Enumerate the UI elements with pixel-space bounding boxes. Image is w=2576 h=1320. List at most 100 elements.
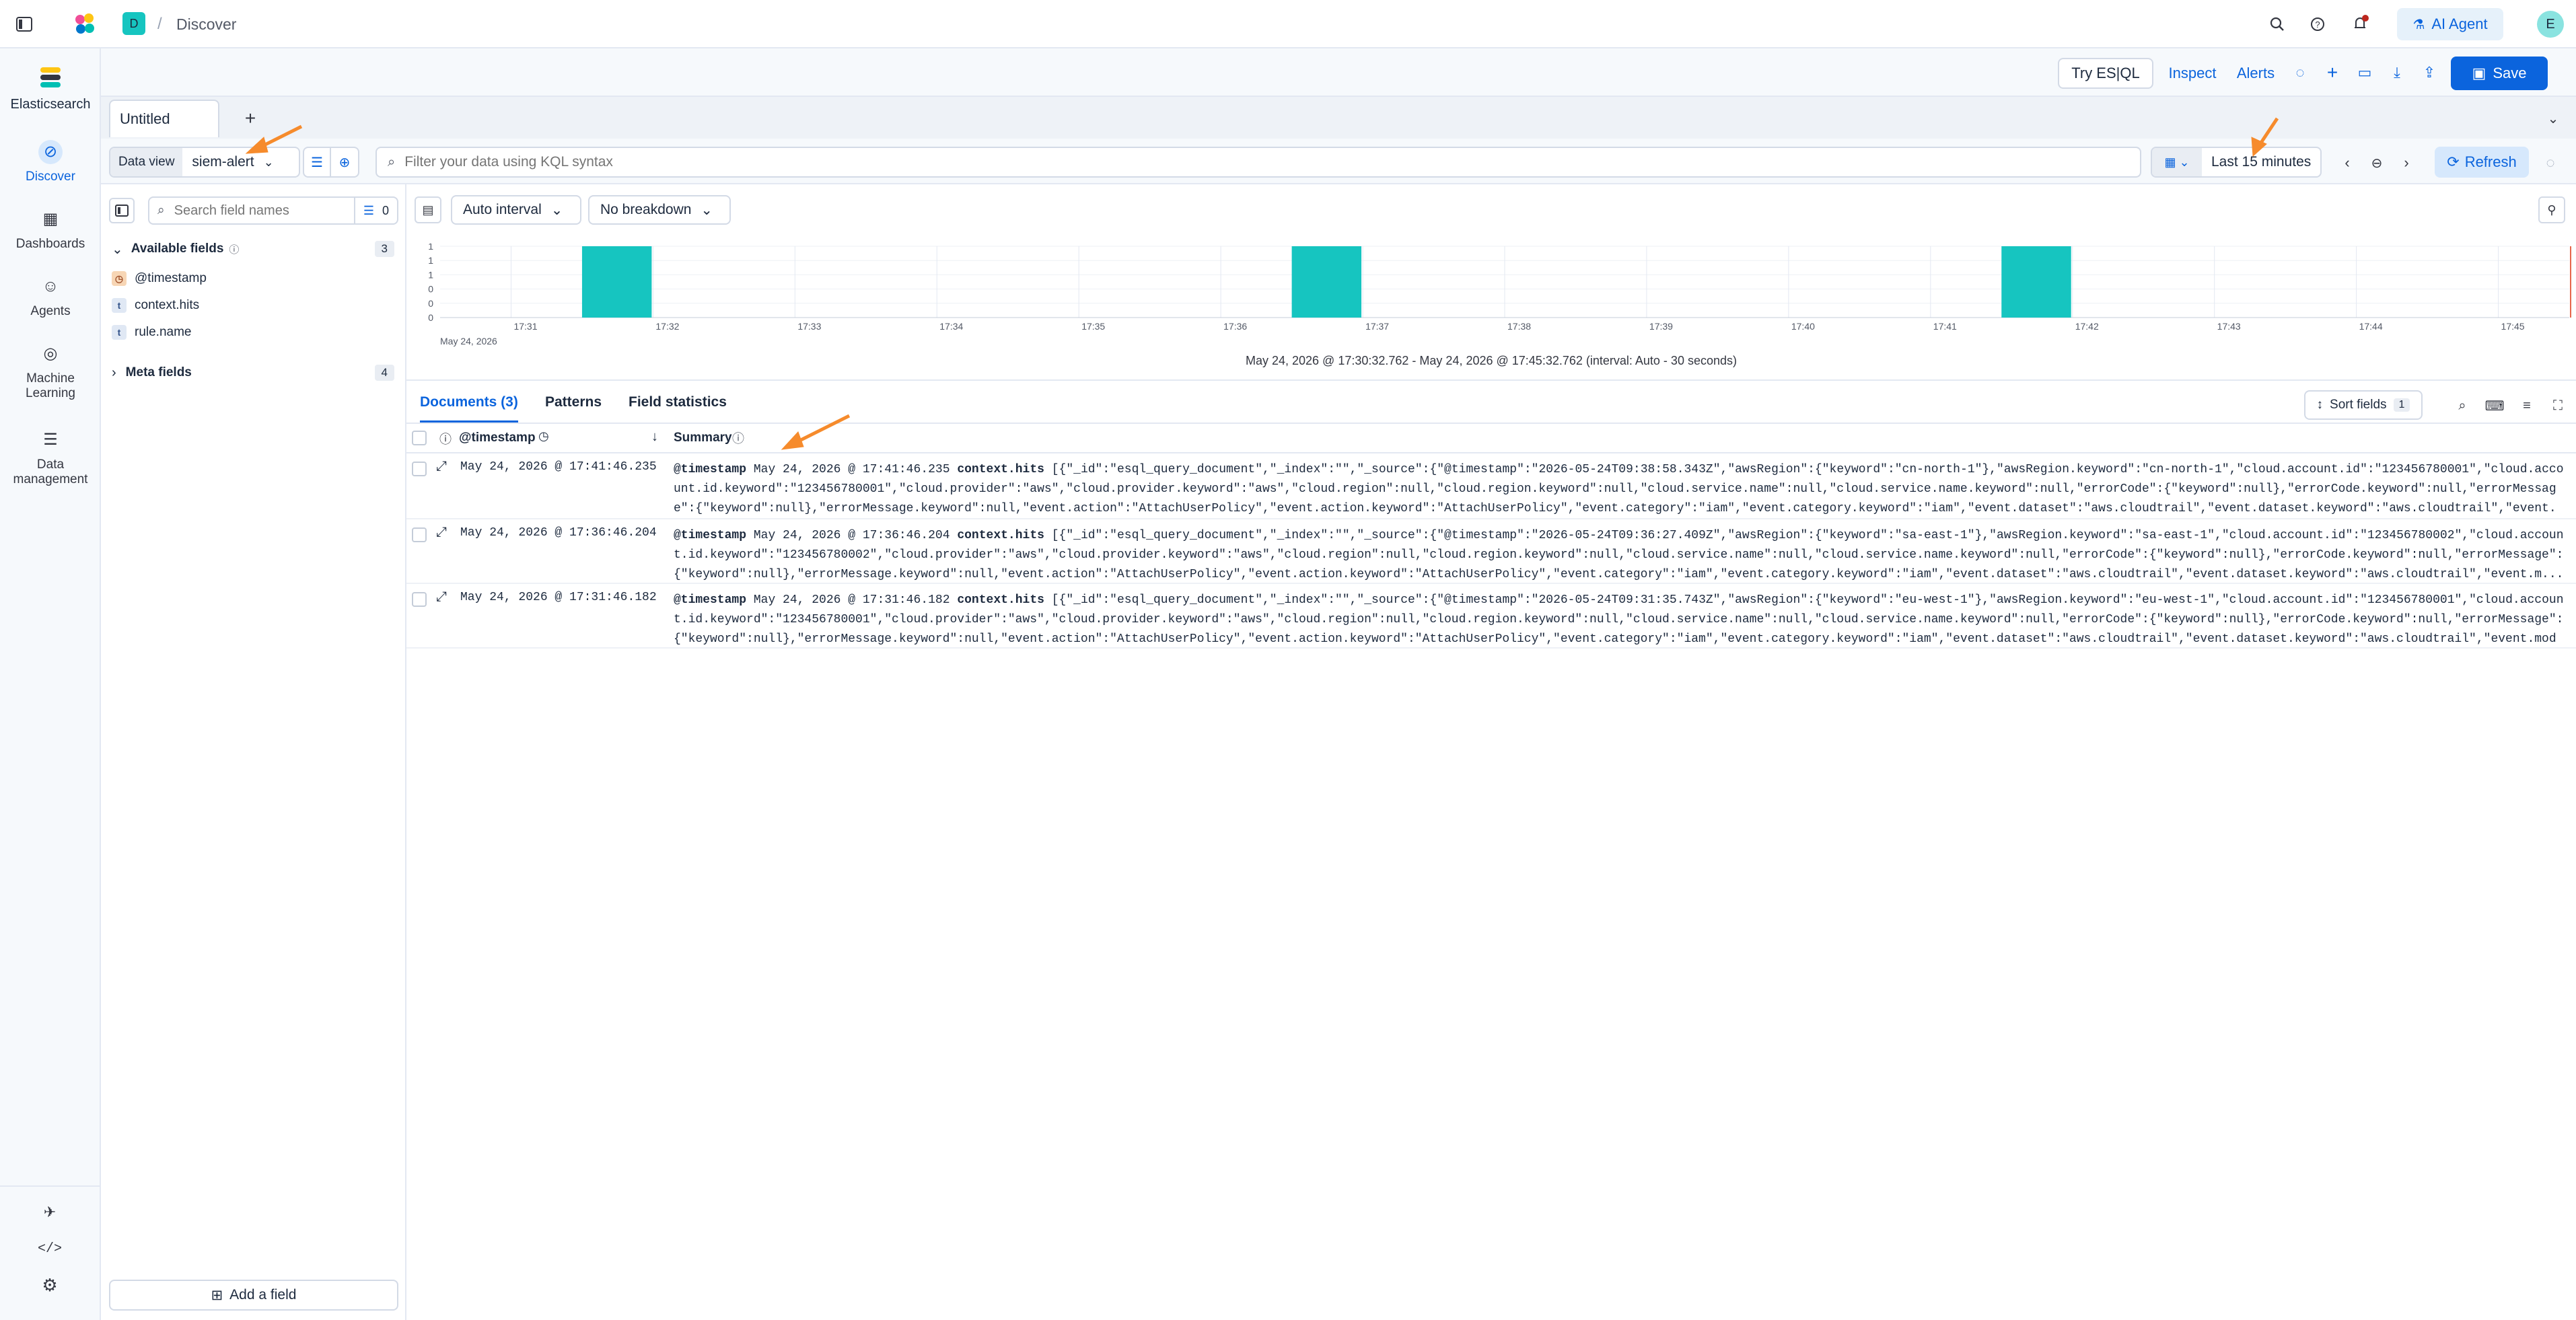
field-search-input[interactable] xyxy=(172,202,337,219)
interval-selector[interactable]: Auto interval ⌄ xyxy=(451,195,581,225)
svg-text:?: ? xyxy=(2315,20,2320,30)
x-date-label: May 24, 2026 xyxy=(440,336,497,346)
time-forward-chevron-icon[interactable]: › xyxy=(2393,149,2420,176)
field-item-context-hits[interactable]: t context.hits xyxy=(112,292,199,319)
developer-tools-icon[interactable]: </> xyxy=(38,1237,62,1261)
kql-query-field[interactable] xyxy=(403,153,2089,171)
data-view-selector[interactable]: Data view siem-alert ⌄ xyxy=(109,147,300,178)
space-avatar[interactable]: D xyxy=(122,12,145,35)
filter-menu-icon[interactable]: ☰ xyxy=(303,147,331,178)
meta-fields-header[interactable]: › Meta fields 4 xyxy=(112,359,394,386)
expand-row-icon[interactable]: ⤢ xyxy=(436,525,447,540)
expand-row-icon[interactable]: ⤢ xyxy=(436,459,447,474)
available-fields-header[interactable]: ⌄ Available fields ⓘ 3 xyxy=(112,235,394,262)
row-checkbox[interactable] xyxy=(412,462,427,476)
table-row[interactable]: ⤢ May 24, 2026 @ 17:36:46.204 @timestamp… xyxy=(406,519,2576,584)
column-header-timestamp[interactable]: @timestamp xyxy=(459,431,536,445)
ai-agent-label: AI Agent xyxy=(2431,15,2488,32)
save-disk-icon: ▣ xyxy=(2472,65,2486,81)
background-search-icon[interactable]: ◌ xyxy=(2288,61,2312,85)
field-search[interactable]: ⌕ ☰ 0 xyxy=(148,196,398,225)
field-filter-button[interactable]: ☰ 0 xyxy=(353,198,397,223)
tab-untitled[interactable]: Untitled xyxy=(109,100,219,137)
field-item-timestamp[interactable]: ◷ @timestamp xyxy=(112,265,207,292)
row-timestamp: May 24, 2026 @ 17:31:46.182 xyxy=(460,591,657,604)
summary-key: context.hits xyxy=(957,463,1044,476)
grid-header: ⓘ @timestamp ◷ ↓ Summary ⓘ xyxy=(406,423,2576,453)
add-filter-icon[interactable]: ⊕ xyxy=(331,147,359,178)
breakdown-selector[interactable]: No breakdown ⌄ xyxy=(588,195,731,225)
kql-search-input[interactable]: ⌕ xyxy=(375,147,2141,178)
y-tick-label: 0 xyxy=(428,298,433,309)
open-folder-icon[interactable]: ▭ xyxy=(2353,61,2377,85)
timestamp-clock-icon: ◷ xyxy=(538,429,549,443)
elastic-logo-icon[interactable] xyxy=(71,11,98,38)
x-tick-label: 17:31 xyxy=(513,321,537,332)
notifications-icon[interactable] xyxy=(2347,11,2373,36)
select-all-checkbox[interactable] xyxy=(412,431,427,445)
save-button[interactable]: ▣ Save xyxy=(2451,57,2548,90)
collapse-sidebar-icon[interactable] xyxy=(109,198,135,223)
nav-item-agents[interactable]: ☺ Agents xyxy=(0,274,101,319)
table-row[interactable]: ⤢ May 24, 2026 @ 17:41:46.235 @timestamp… xyxy=(406,453,2576,519)
nav-item-machine-learning[interactable]: ◎ Machine Learning xyxy=(0,342,101,401)
tab-documents[interactable]: Documents (3) xyxy=(420,394,518,423)
display-settings-icon[interactable]: ≡ xyxy=(2514,393,2540,418)
alerts-link[interactable]: Alerts xyxy=(2227,58,2284,89)
breadcrumb-discover[interactable]: Discover xyxy=(176,15,236,34)
sort-fields-button[interactable]: ↕ Sort fields 1 xyxy=(2304,390,2423,420)
available-fields-label: Available fields xyxy=(131,242,224,256)
time-picker[interactable]: ▦ ⌄ Last 15 minutes xyxy=(2151,147,2322,178)
share-icon[interactable]: ⇪ xyxy=(2417,61,2441,85)
add-field-button[interactable]: ⊞ Add a field xyxy=(109,1280,398,1311)
toggle-chart-icon[interactable]: ▤ xyxy=(415,196,441,223)
row-checkbox[interactable] xyxy=(412,592,427,607)
histogram-bar xyxy=(581,246,652,318)
table-row[interactable]: ⤢ May 24, 2026 @ 17:31:46.182 @timestamp… xyxy=(406,584,2576,649)
new-plus-icon[interactable]: + xyxy=(2320,61,2345,85)
nav-item-dashboards[interactable]: ▦ Dashboards xyxy=(0,207,101,252)
expand-row-icon[interactable]: ⤢ xyxy=(436,589,447,605)
grid-search-icon[interactable]: ⌕ xyxy=(2449,393,2475,418)
try-esql-button[interactable]: Try ES|QL xyxy=(2058,58,2153,89)
x-tick-label: 17:32 xyxy=(655,321,679,332)
tab-field-statistics[interactable]: Field statistics xyxy=(629,394,727,410)
keyboard-shortcuts-icon[interactable]: ⌨ xyxy=(2482,393,2507,418)
chart-options-icon[interactable]: ⚲ xyxy=(2538,196,2565,223)
column-header-summary[interactable]: Summary xyxy=(674,431,732,445)
summary-value: May 24, 2026 @ 17:31:46.182 xyxy=(753,593,950,607)
row-checkbox[interactable] xyxy=(412,527,427,542)
help-icon[interactable]: ? xyxy=(2305,12,2330,36)
ai-agent-button[interactable]: ⚗ AI Agent xyxy=(2397,8,2503,40)
data-management-icon: ☰ xyxy=(43,431,58,449)
refresh-button[interactable]: ⟳ Refresh xyxy=(2435,147,2529,178)
time-back-chevron-icon[interactable]: ‹ xyxy=(2334,149,2361,176)
sidebar-toggle-icon[interactable] xyxy=(12,12,36,36)
tab-patterns[interactable]: Patterns xyxy=(545,394,602,410)
dashboards-icon: ▦ xyxy=(42,210,59,228)
y-tick-label: 0 xyxy=(428,312,433,323)
inspect-link[interactable]: Inspect xyxy=(2161,58,2223,89)
search-icon[interactable] xyxy=(2265,12,2289,36)
user-avatar[interactable]: E xyxy=(2537,11,2564,38)
time-range-label[interactable]: Last 15 minutes xyxy=(2202,154,2311,170)
y-tick-label: 0 xyxy=(428,284,433,295)
nav-item-discover[interactable]: ⊘ Discover xyxy=(0,140,101,184)
machine-learning-icon: ◎ xyxy=(43,344,58,363)
sort-desc-arrow-icon[interactable]: ↓ xyxy=(651,429,658,445)
meta-fields-count: 4 xyxy=(374,365,394,381)
settings-gear-icon[interactable]: ⚙ xyxy=(38,1273,62,1297)
y-tick-label: 1 xyxy=(428,269,433,280)
tabs-collapse-chevron-icon[interactable]: ⌄ xyxy=(2541,106,2565,131)
cancel-refresh-icon[interactable]: ◌ xyxy=(2537,149,2564,176)
field-item-rule-name[interactable]: t rule.name xyxy=(112,319,192,346)
x-tick-label: 17:33 xyxy=(797,321,821,332)
launch-rocket-icon[interactable]: ✈ xyxy=(38,1200,62,1224)
zoom-out-icon[interactable]: ⊖ xyxy=(2363,149,2390,176)
calendar-icon[interactable]: ▦ ⌄ xyxy=(2152,148,2202,176)
add-tab-plus-icon[interactable]: + xyxy=(238,106,262,131)
fullscreen-icon[interactable]: ⛶ xyxy=(2545,393,2571,418)
nav-item-data-management[interactable]: ☰ Data management xyxy=(0,428,101,487)
text-type-icon: t xyxy=(112,298,127,313)
download-icon[interactable]: ⤓ xyxy=(2385,61,2409,85)
